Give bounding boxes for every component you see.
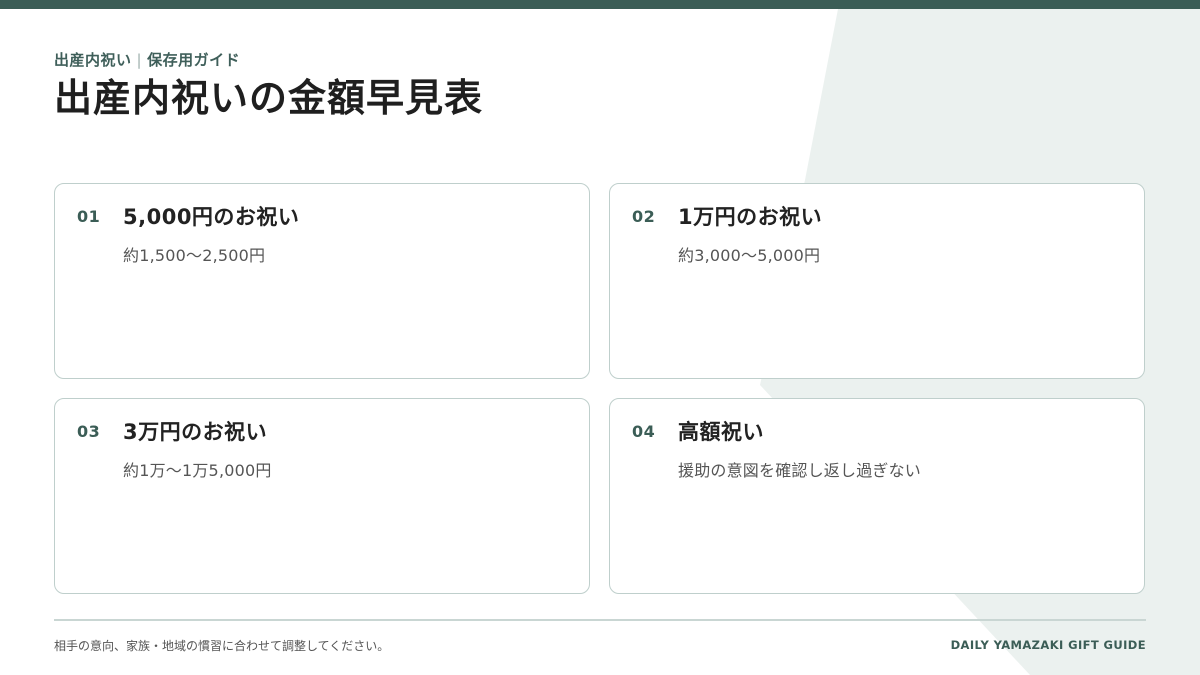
- card-title: 1万円のお祝い: [678, 205, 823, 229]
- card-text: 約1万〜1万5,000円: [123, 461, 272, 480]
- eyebrow: 出産内祝い | 保存用ガイド: [54, 49, 240, 70]
- card-2: 02 1万円のお祝い 約3,000〜5,000円: [609, 183, 1145, 379]
- eyebrow-category: 出産内祝い: [54, 51, 132, 69]
- card-number: 01: [77, 207, 101, 226]
- eyebrow-section: 保存用ガイド: [147, 51, 241, 69]
- card-number: 04: [632, 422, 656, 441]
- page-title: 出産内祝いの金額早見表: [54, 76, 484, 120]
- card-4: 04 高額祝い 援助の意図を確認し返し過ぎない: [609, 398, 1145, 594]
- card-text: 援助の意図を確認し返し過ぎない: [678, 461, 922, 480]
- card-text: 約1,500〜2,500円: [123, 246, 266, 265]
- footer-note: 相手の意向、家族・地域の慣習に合わせて調整してください。: [54, 639, 390, 653]
- card-1: 01 5,000円のお祝い 約1,500〜2,500円: [54, 183, 590, 379]
- footer-divider: [54, 619, 1146, 621]
- card-title: 高額祝い: [678, 420, 764, 444]
- card-title: 3万円のお祝い: [123, 420, 268, 444]
- card-number: 02: [632, 207, 656, 226]
- card-number: 03: [77, 422, 101, 441]
- card-text: 約3,000〜5,000円: [678, 246, 821, 265]
- card-3: 03 3万円のお祝い 約1万〜1万5,000円: [54, 398, 590, 594]
- card-title: 5,000円のお祝い: [123, 205, 300, 229]
- footer-brand: DAILY YAMAZAKI GIFT GUIDE: [950, 638, 1146, 652]
- eyebrow-separator: |: [136, 51, 143, 69]
